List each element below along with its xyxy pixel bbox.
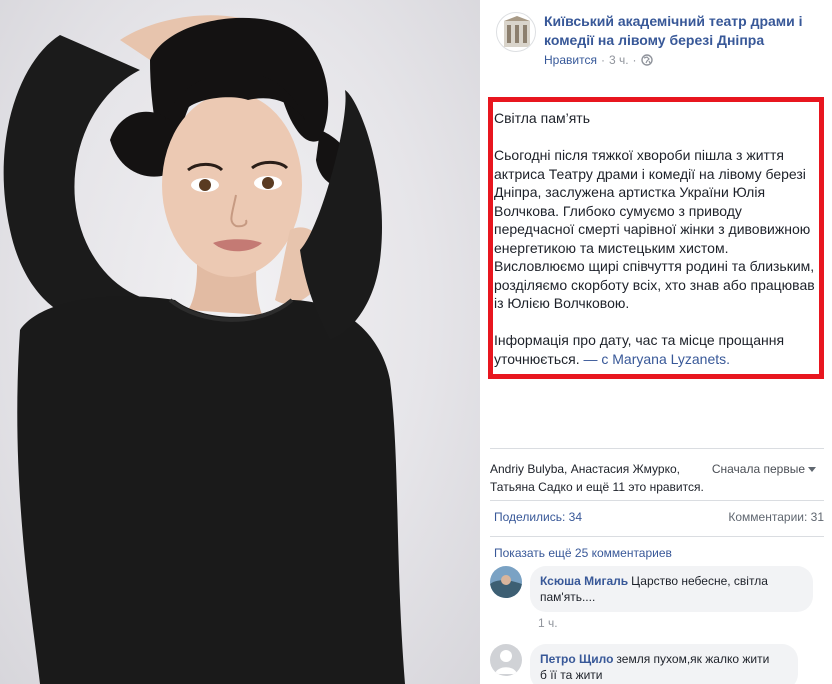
reactions-summary-link[interactable]: Andriy Bulyba, Анастасия Жмурко, Татьяна… bbox=[490, 460, 710, 496]
comment-author-link[interactable]: Петро Щило bbox=[540, 652, 613, 666]
show-more-comments-link[interactable]: Показать ещё 25 комментариев bbox=[494, 546, 672, 560]
portrait-illustration bbox=[3, 15, 406, 684]
comment-bubble: Ксюша Мигаль Царство небесне, світла пам'… bbox=[530, 566, 813, 612]
theatre-logo-icon bbox=[504, 16, 530, 47]
post-meta: Нравится · 3 ч. · bbox=[544, 53, 653, 67]
avatar[interactable] bbox=[490, 566, 522, 598]
comment-text: б її та жити bbox=[540, 668, 603, 682]
shares-count-link[interactable]: Поделились: 34 bbox=[494, 510, 582, 524]
chevron-down-icon bbox=[808, 467, 816, 473]
comment-text: Царство небесне, світла bbox=[631, 574, 768, 588]
tag-prefix: — с bbox=[579, 350, 613, 367]
comment-text: пам'ять.... bbox=[540, 590, 596, 604]
post-message: Світла пам’ять Сьогодні після тяжкої хво… bbox=[494, 109, 816, 387]
sort-label: Сначала первые bbox=[711, 462, 805, 476]
tagged-user-link[interactable]: Maryana Lyzanets. bbox=[612, 351, 730, 367]
post-timestamp[interactable]: 3 ч. bbox=[609, 53, 629, 67]
comments-count-link[interactable]: Комментарии: 31 bbox=[728, 510, 824, 524]
post-paragraph: Інформація про дату, час та місце прощан… bbox=[494, 331, 816, 368]
meta-separator: · bbox=[632, 53, 637, 67]
comment-sort-dropdown[interactable]: Сначала первые bbox=[712, 460, 816, 478]
post-paragraph: Сьогодні після тяжкої хвороби пішла з жи… bbox=[494, 147, 815, 311]
comment-timestamp[interactable]: 1 ч. bbox=[538, 616, 558, 630]
meta-separator: · bbox=[600, 53, 605, 67]
post-sidebar: Київський академічний театр драми і коме… bbox=[480, 0, 832, 684]
page-name-link[interactable]: Київський академічний театр драми і коме… bbox=[544, 12, 828, 50]
globe-icon[interactable] bbox=[640, 54, 653, 66]
page-like-link[interactable]: Нравится bbox=[544, 53, 597, 67]
avatar[interactable] bbox=[490, 644, 522, 676]
divider bbox=[490, 448, 824, 449]
page-avatar[interactable] bbox=[496, 12, 536, 52]
post-stats: Поделились: 34 Комментарии: 31 bbox=[494, 510, 824, 524]
comment-text: земля пухом,як жалко жити bbox=[616, 652, 770, 666]
divider bbox=[490, 500, 824, 501]
post-photo[interactable] bbox=[0, 0, 480, 684]
divider bbox=[490, 536, 824, 537]
comment-author-link[interactable]: Ксюша Мигаль bbox=[540, 574, 628, 588]
comment-bubble: Петро Щило земля пухом,як жалко жити б її… bbox=[530, 644, 798, 684]
post-heading: Світла пам’ять bbox=[494, 110, 590, 126]
reactions-row: Andriy Bulyba, Анастасия Жмурко, Татьяна… bbox=[490, 460, 826, 496]
